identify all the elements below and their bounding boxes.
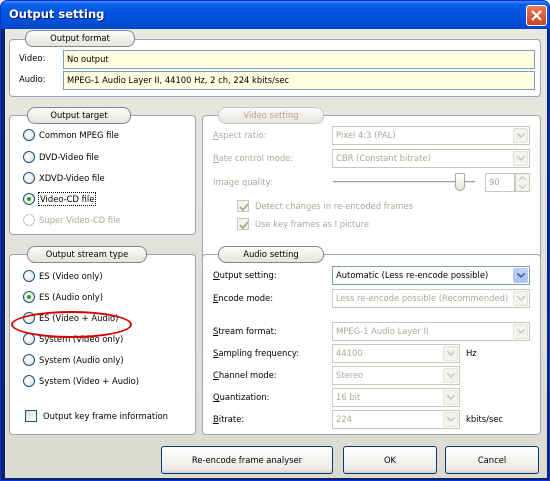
audio-output-field: MPEG-1 Audio Layer II, 44100 Hz, 2 ch, 2… xyxy=(63,71,535,90)
radio-label: System (Audio only) xyxy=(39,355,124,365)
chevron-down-icon xyxy=(513,151,528,166)
radio-button[interactable] xyxy=(23,270,35,282)
audio-setting-title: Audio setting xyxy=(218,246,324,263)
chevron-down-icon xyxy=(513,291,528,306)
radio-button[interactable] xyxy=(23,172,35,184)
radio-button[interactable] xyxy=(23,291,35,303)
output-format-title: Output format xyxy=(25,30,135,47)
checkmark-icon xyxy=(239,203,249,212)
title-bar[interactable]: Output setting xyxy=(1,1,549,29)
image-quality-spin-buttons xyxy=(515,173,530,192)
chevron-down-icon xyxy=(513,324,528,339)
output-setting-value: Automatic (Less re-encode possible) xyxy=(336,270,489,280)
radio-label: Super Video-CD file xyxy=(39,215,121,225)
channel-mode-label: Channel mode: xyxy=(213,370,277,380)
output-setting-dialog: Output setting Output format Video: No o… xyxy=(0,0,550,481)
radio-label: System (Video + Audio) xyxy=(39,376,140,386)
output-target-title: Output target xyxy=(27,107,131,124)
radio-button[interactable] xyxy=(23,151,35,163)
close-button[interactable] xyxy=(526,5,547,26)
output-setting-select[interactable]: Automatic (Less re-encode possible) xyxy=(332,266,530,285)
image-quality-spinner: 90 xyxy=(485,173,515,192)
radio-label: Video-CD file xyxy=(38,192,97,206)
radio-label: ES (Video only) xyxy=(39,271,103,281)
window-title: Output setting xyxy=(9,7,105,21)
key-frame-info-label: Output key frame information xyxy=(43,411,168,421)
chevron-down-icon xyxy=(513,128,528,143)
radio-label: ES (Audio only) xyxy=(39,292,103,302)
bitrate-label: Bitrate: xyxy=(213,414,245,424)
radio-label: XDVD-Video file xyxy=(39,173,105,183)
image-quality-label: Image quality: xyxy=(213,177,273,187)
stream-format-value: MPEG-1 Audio Layer II xyxy=(336,326,429,336)
quantization-select: 16 bit xyxy=(332,388,460,407)
radio-button[interactable] xyxy=(23,129,35,141)
reencode-frame-analyser-button[interactable]: Re-encode frame analyser xyxy=(161,446,333,474)
detect-changes-label: Detect changes in re-encoded frames xyxy=(255,201,414,211)
radio-button xyxy=(23,214,35,226)
video-label: Video: xyxy=(19,53,46,63)
video-setting-title: Video setting xyxy=(218,107,324,124)
quantization-value: 16 bit xyxy=(336,392,361,402)
radio-button[interactable] xyxy=(23,375,35,387)
radio-label: Common MPEG file xyxy=(39,130,119,140)
chevron-down-icon[interactable] xyxy=(513,268,528,283)
close-icon xyxy=(531,10,542,21)
image-quality-slider-thumb xyxy=(455,173,465,191)
bitrate-unit: kbits/sec xyxy=(466,414,504,424)
bitrate-value: 224 xyxy=(336,414,352,424)
output-setting-label: Output setting: xyxy=(213,270,277,280)
encode-mode-value: Less re-encode possible (Recommended) xyxy=(336,293,509,303)
ok-button[interactable]: OK xyxy=(343,446,437,474)
sampling-frequency-unit: Hz xyxy=(466,348,477,358)
aspect-ratio-select: Pixel 4:3 (PAL) xyxy=(332,126,530,145)
output-stream-type-title: Output stream type xyxy=(27,246,147,263)
checkmark-icon xyxy=(239,221,249,230)
sampling-frequency-label: Sampling frequency: xyxy=(213,348,300,358)
aspect-ratio-label: Aspect ratio: xyxy=(213,130,267,140)
sampling-frequency-select: 44100 xyxy=(332,344,460,363)
chevron-down-icon xyxy=(443,368,458,383)
channel-mode-value: Stereo xyxy=(336,370,364,380)
bitrate-select: 224 xyxy=(332,410,460,429)
detect-changes-checkbox xyxy=(237,200,249,212)
channel-mode-select: Stereo xyxy=(332,366,460,385)
dialog-client-area: Output format Video: No output Audio: MP… xyxy=(5,29,547,478)
image-quality-slider-track xyxy=(333,181,475,184)
audio-label: Audio: xyxy=(19,74,46,84)
use-key-frames-label: Use key frames as I picture xyxy=(255,219,370,229)
spin-arrows-icon xyxy=(518,176,527,189)
chevron-down-icon xyxy=(443,412,458,427)
rate-control-value: CBR (Constant bitrate) xyxy=(336,153,431,163)
chevron-down-icon xyxy=(443,346,458,361)
radio-button[interactable] xyxy=(23,354,35,366)
radio-selected-dot xyxy=(27,197,31,201)
encode-mode-label: Encode mode: xyxy=(213,293,274,303)
rate-control-select: CBR (Constant bitrate) xyxy=(332,149,530,168)
cancel-button[interactable]: Cancel xyxy=(445,446,539,474)
stream-format-select: MPEG-1 Audio Layer II xyxy=(332,322,530,341)
video-output-field: No output xyxy=(63,50,535,69)
image-quality-value: 90 xyxy=(489,177,500,187)
use-key-frames-checkbox xyxy=(237,218,249,230)
stream-format-label: Stream format: xyxy=(213,326,277,336)
sampling-frequency-value: 44100 xyxy=(336,348,363,358)
red-annotation-circle xyxy=(11,311,132,338)
encode-mode-select: Less re-encode possible (Recommended) xyxy=(332,289,530,308)
radio-label: DVD-Video file xyxy=(39,152,99,162)
radio-selected-dot xyxy=(27,295,31,299)
quantization-label: Quantization: xyxy=(213,392,270,402)
rate-control-label: Rate control mode: xyxy=(213,153,294,163)
key-frame-info-checkbox[interactable] xyxy=(25,410,37,422)
aspect-ratio-value: Pixel 4:3 (PAL) xyxy=(336,130,396,140)
chevron-down-icon xyxy=(443,390,458,405)
radio-button[interactable] xyxy=(23,193,35,205)
